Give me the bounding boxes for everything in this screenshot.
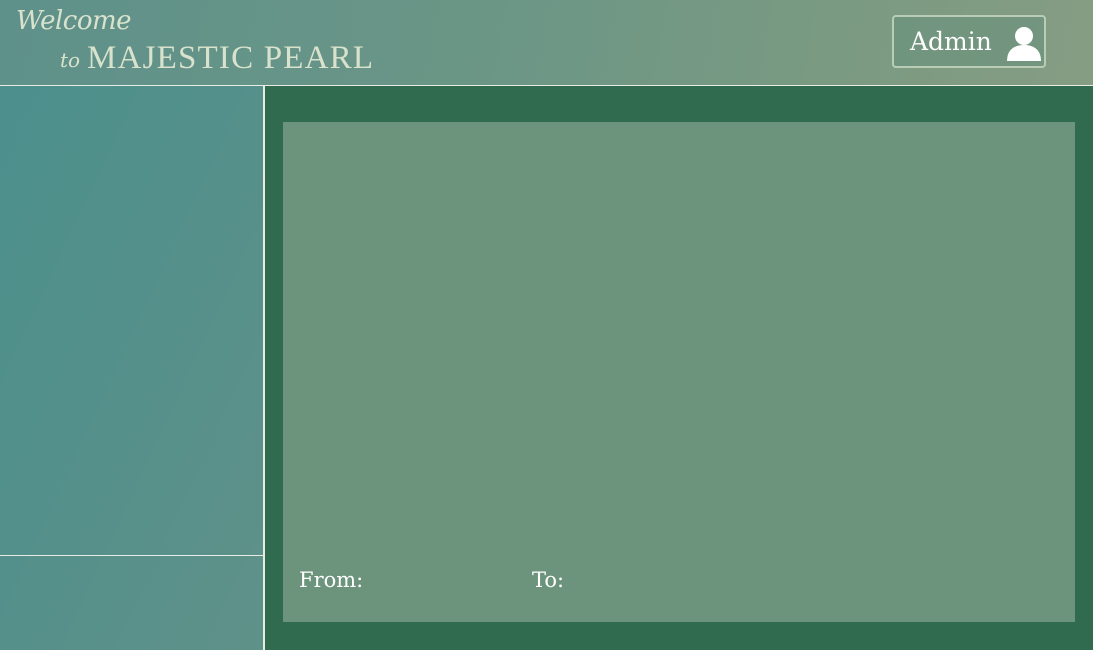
top-header: Welcome to MAJESTIC PEARL Admin (0, 0, 1093, 86)
sidebar-bottom-panel (0, 556, 263, 650)
sidebar-top-panel (0, 86, 263, 555)
content-panel: From: To: (283, 122, 1075, 622)
brand-to-text: to (60, 48, 81, 72)
user-icon (1007, 27, 1041, 61)
main-frame: From: To: (265, 86, 1093, 650)
sidebar (0, 86, 263, 650)
to-label: To: (532, 568, 565, 592)
brand-name: MAJESTIC PEARL (87, 40, 375, 76)
admin-button-label: Admin (910, 27, 992, 56)
admin-user-button[interactable]: Admin (892, 15, 1046, 68)
brand-welcome-text: Welcome (16, 6, 132, 36)
from-label: From: (299, 568, 364, 592)
